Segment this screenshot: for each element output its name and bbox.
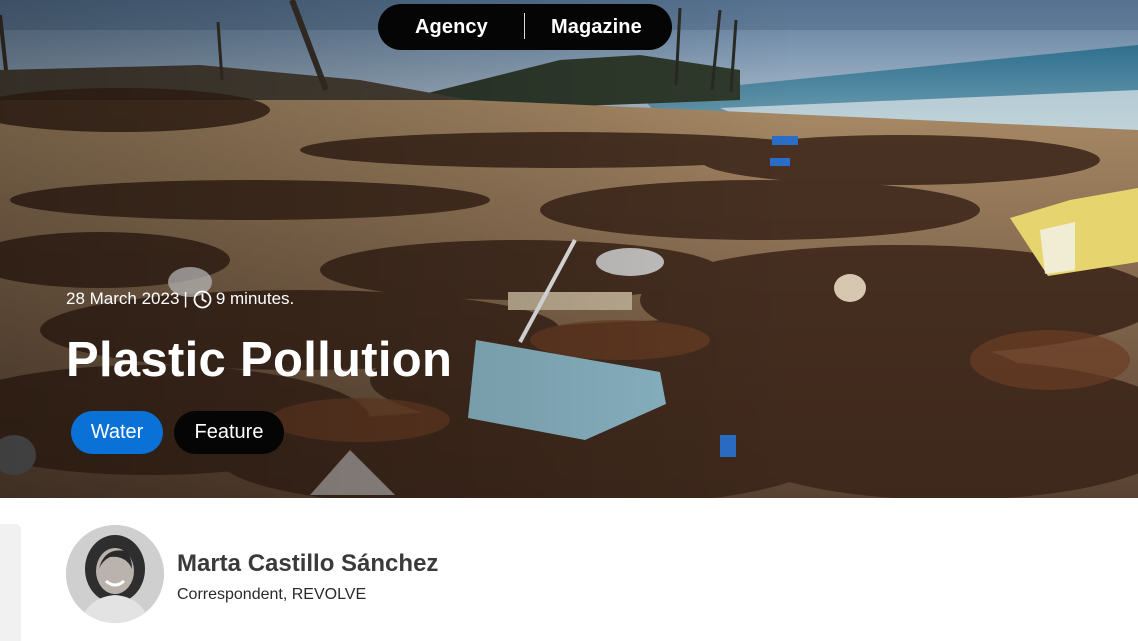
hero-banner: Agency Magazine 28 March 2023 | 9 minute… <box>0 0 1138 498</box>
author-avatar <box>66 525 164 623</box>
nav-agency-link[interactable]: Agency <box>415 16 488 39</box>
author-role: Correspondent, REVOLVE <box>177 586 367 603</box>
top-nav: Agency Magazine <box>378 4 672 50</box>
hero-overlay <box>0 0 1138 498</box>
article-title: Plastic Pollution <box>66 333 453 387</box>
meta-separator: | <box>183 289 188 308</box>
tag-feature[interactable]: Feature <box>174 411 284 454</box>
nav-magazine-link[interactable]: Magazine <box>551 16 642 39</box>
side-panel-edge <box>0 524 21 641</box>
author-name[interactable]: Marta Castillo Sánchez <box>177 550 438 578</box>
clock-icon <box>193 290 212 309</box>
tag-water[interactable]: Water <box>71 411 163 454</box>
article-meta: 28 March 2023 | 9 minutes. <box>66 289 294 309</box>
read-time: 9 minutes. <box>215 289 295 308</box>
article-date: 28 March 2023 <box>66 289 180 308</box>
nav-divider <box>524 13 525 39</box>
